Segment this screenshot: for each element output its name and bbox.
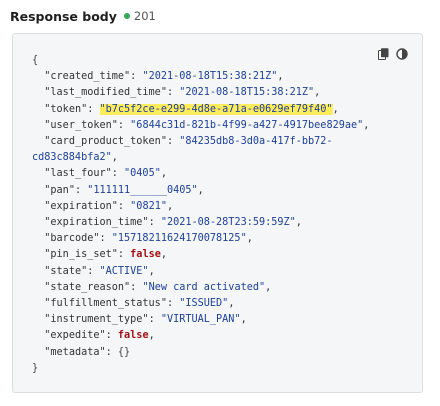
json-line: "barcode": "15718211624170078125", (44, 233, 253, 245)
json-value: {} (117, 346, 131, 358)
json-value: "2021-08-18T15:38:21Z" (179, 87, 315, 99)
json-value: false (130, 249, 161, 261)
json-line: "created_time": "2021-08-18T15:38:21Z", (44, 71, 284, 83)
json-key: "state_reason" (44, 281, 131, 293)
response-header: Response body 201 (10, 7, 156, 25)
json-key: "token" (44, 103, 88, 115)
json-value: "New card activated" (142, 281, 266, 293)
json-key: "card_product_token" (44, 136, 167, 148)
json-value: "111111______0405" (87, 184, 198, 196)
json-key: "pan" (44, 184, 75, 196)
json-line: "fulfillment_status": "ISSUED", (44, 298, 235, 310)
json-line: "user_token": "6844c31d-821b-4f99-a427-4… (44, 119, 370, 131)
json-line: "state": "ACTIVE", (44, 265, 155, 277)
json-value: "0405" (124, 168, 161, 180)
json-key: "last_modified_time" (44, 87, 167, 99)
json-key: "created_time" (44, 71, 131, 83)
json-line: "pan": "111111______0405", (44, 184, 204, 196)
json-key: "instrument_type" (44, 314, 149, 326)
json-value: "ISSUED" (179, 298, 229, 310)
copy-icon (378, 47, 389, 60)
json-open-brace: { (32, 55, 39, 66)
json-line: "state_reason": "New card activated", (44, 281, 272, 293)
json-value: "b7c5f2ce-e299-4d8e-a71a-e0629ef79f40" (99, 103, 333, 115)
json-key: "user_token" (44, 119, 118, 131)
json-line: "last_four": "0405", (44, 168, 167, 180)
json-value: "VIRTUAL_PAN" (160, 314, 241, 326)
json-line: "last_modified_time": "2021-08-18T15:38:… (44, 87, 321, 99)
response-code-panel[interactable]: { "created_time": "2021-08-18T15:38:21Z"… (12, 33, 423, 393)
json-key: "metadata" (44, 346, 106, 358)
json-code-block: { "created_time": "2021-08-18T15:38:21Z"… (32, 53, 369, 377)
json-key: "expedite" (44, 330, 106, 342)
json-value: "84235db8-3d0a-417f-bb72- (179, 136, 333, 148)
json-value-continuation: cd83c884bfa2" (32, 152, 112, 164)
json-value: "ACTIVE" (99, 265, 149, 277)
json-key: "last_four" (44, 168, 112, 180)
json-line: "card_product_token": "84235db8-3d0a-417… (32, 136, 333, 164)
code-toolbar (377, 47, 408, 60)
json-key: "expiration_time" (44, 217, 149, 229)
copy-button[interactable] (377, 47, 390, 60)
json-line: "instrument_type": "VIRTUAL_PAN", (44, 314, 247, 326)
json-line: "token": "b7c5f2ce-e299-4d8e-a71a-e0629e… (44, 103, 339, 115)
json-key: "expiration" (44, 200, 118, 212)
json-close-brace: } (32, 362, 39, 374)
json-value: "6844c31d-821b-4f99-a427-4917bee829ae" (130, 119, 364, 131)
json-value: "15718211624170078125" (111, 233, 247, 245)
json-line: "expiration_time": "2021-08-28T23:59:59Z… (44, 217, 302, 229)
json-line: "metadata": {} (44, 346, 131, 358)
json-value: "2021-08-28T23:59:59Z" (160, 217, 296, 229)
json-key: "barcode" (44, 233, 100, 245)
json-value: false (117, 330, 149, 342)
json-line: "expiration": "0821", (44, 200, 174, 212)
json-line: "expedite": false, (44, 330, 155, 342)
json-key: "pin_is_set" (44, 249, 118, 261)
response-body-title: Response body (10, 8, 117, 24)
contrast-icon (395, 47, 408, 60)
theme-toggle-button[interactable] (395, 47, 408, 60)
json-value: "2021-08-18T15:38:21Z" (142, 71, 278, 83)
json-key: "state" (44, 265, 88, 277)
status-dot-icon (123, 13, 130, 19)
json-line: "pin_is_set": false, (44, 249, 167, 261)
status-code: 201 (133, 9, 156, 23)
json-key: "fulfillment_status" (44, 298, 167, 310)
json-value: "0821" (130, 200, 167, 212)
